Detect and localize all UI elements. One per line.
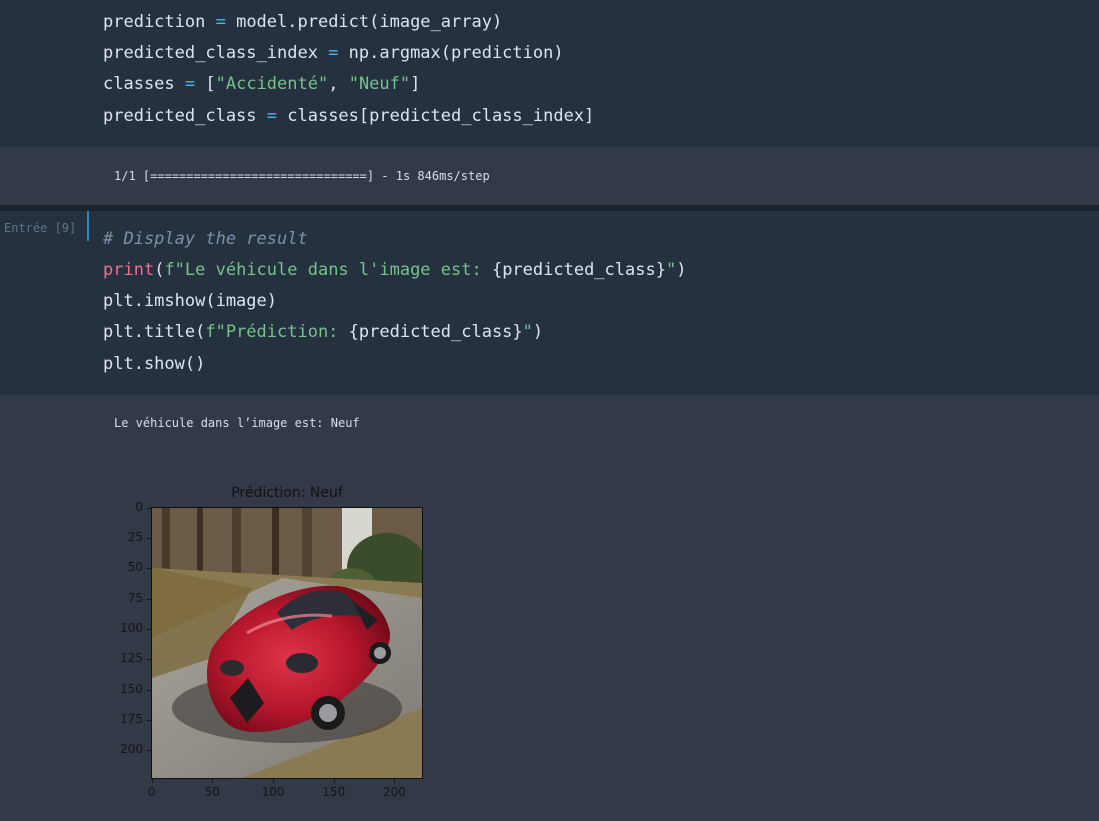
code-token: plt.title( — [103, 322, 206, 342]
code-token: = — [215, 12, 226, 32]
code-token: ) — [532, 322, 544, 342]
code-token: # Display the result — [103, 229, 308, 249]
code-token: = — [328, 43, 339, 63]
code-token: " — [665, 260, 677, 280]
code-token: plt.show() — [103, 354, 206, 374]
y-tick-mark — [147, 629, 151, 631]
code-line: # Display the result — [103, 229, 308, 249]
y-tick-mark — [147, 537, 151, 539]
y-tick-label: 150 — [120, 681, 143, 696]
code-token: ) — [676, 260, 687, 280]
code-token: = — [266, 106, 278, 126]
code-token: {predicted_class} — [491, 260, 666, 280]
progress-output: 1/1 [==============================] - 1… — [114, 169, 490, 183]
x-tick-label: 150 — [322, 785, 346, 799]
code-line: prediction = model.predict(image_array) — [103, 12, 502, 32]
code-token: ] — [410, 74, 421, 94]
output-area-1: 1/1 [==============================] - 1… — [0, 147, 1099, 205]
code-line: plt.title(f"Prédiction: {predicted_class… — [103, 322, 543, 342]
y-tick-mark — [147, 720, 151, 722]
x-tick-label: 50 — [204, 785, 220, 799]
code-token: ( — [154, 260, 165, 280]
active-cell-indicator — [87, 211, 89, 241]
code-token: predicted_class — [103, 106, 267, 126]
x-tick-mark — [273, 779, 275, 783]
y-tick-mark — [147, 507, 151, 509]
y-tick-mark — [147, 568, 151, 570]
code-token: " — [522, 322, 533, 342]
image-axes — [151, 507, 423, 779]
y-tick-mark — [147, 598, 151, 600]
code-token: "Neuf" — [348, 74, 411, 94]
y-tick-mark — [147, 689, 151, 691]
y-tick-label: 0 — [135, 499, 143, 514]
notebook-page: prediction = model.predict(image_array) … — [0, 0, 1099, 821]
x-tick-label: 100 — [261, 785, 285, 799]
code-token: np.argmax(prediction) — [338, 43, 564, 63]
code-token: classes[predicted_class_index] — [277, 106, 595, 126]
code-token: = — [184, 74, 196, 94]
code-token: [ — [195, 74, 216, 94]
code-line: plt.show() — [103, 354, 205, 374]
code-token: model.predict(image_array) — [225, 12, 503, 32]
y-tick-label: 125 — [120, 651, 143, 666]
x-tick-mark — [212, 779, 214, 783]
y-tick-mark — [147, 750, 151, 752]
red-sports-car-photo — [152, 508, 422, 778]
y-tick-label: 25 — [127, 529, 143, 544]
y-tick-label: 200 — [120, 742, 143, 757]
x-tick-mark — [333, 779, 335, 783]
y-tick-label: 100 — [120, 621, 143, 636]
code-cell-2[interactable]: Entrée [9] # Display the result print(f"… — [0, 211, 1099, 395]
code-token: {predicted_class} — [348, 322, 523, 342]
code-line: plt.imshow(image) — [103, 291, 277, 311]
x-tick-mark — [394, 779, 396, 783]
code-cell-1[interactable]: prediction = model.predict(image_array) … — [0, 0, 1099, 147]
code-token: print — [103, 260, 155, 280]
code-line: print(f"Le véhicule dans l'image est: {p… — [103, 260, 686, 280]
plot-title: Prédiction: Neuf — [231, 485, 343, 501]
y-tick-label: 175 — [120, 712, 143, 727]
matplotlib-figure: Prédiction: Neuf 0 25 50 75 100 125 150 … — [105, 478, 445, 808]
input-prompt: Entrée [9] — [4, 221, 77, 235]
y-tick-label: 50 — [127, 560, 143, 575]
y-tick-label: 75 — [127, 590, 143, 605]
code-token: , — [328, 74, 349, 94]
code-line: predicted_class = classes[predicted_clas… — [103, 106, 594, 126]
code-token: plt.imshow(image) — [103, 291, 277, 311]
x-tick-mark — [151, 779, 153, 783]
x-tick-label: 200 — [383, 785, 406, 799]
print-output: Le véhicule dans l’image est: Neuf — [114, 416, 360, 430]
code-token: f"Le véhicule dans l'image est: — [164, 260, 492, 280]
code-line: predicted_class_index = np.argmax(predic… — [103, 43, 564, 63]
code-token: "Accidenté" — [215, 74, 329, 94]
code-token: classes — [103, 74, 185, 94]
code-token: f"Prédiction: — [205, 322, 349, 342]
code-line: classes = ["Accidenté", "Neuf"] — [103, 74, 420, 94]
code-token: prediction — [103, 12, 216, 32]
x-tick-label: 0 — [147, 785, 156, 799]
code-token: predicted_class_index — [103, 43, 329, 63]
y-tick-mark — [147, 659, 151, 661]
